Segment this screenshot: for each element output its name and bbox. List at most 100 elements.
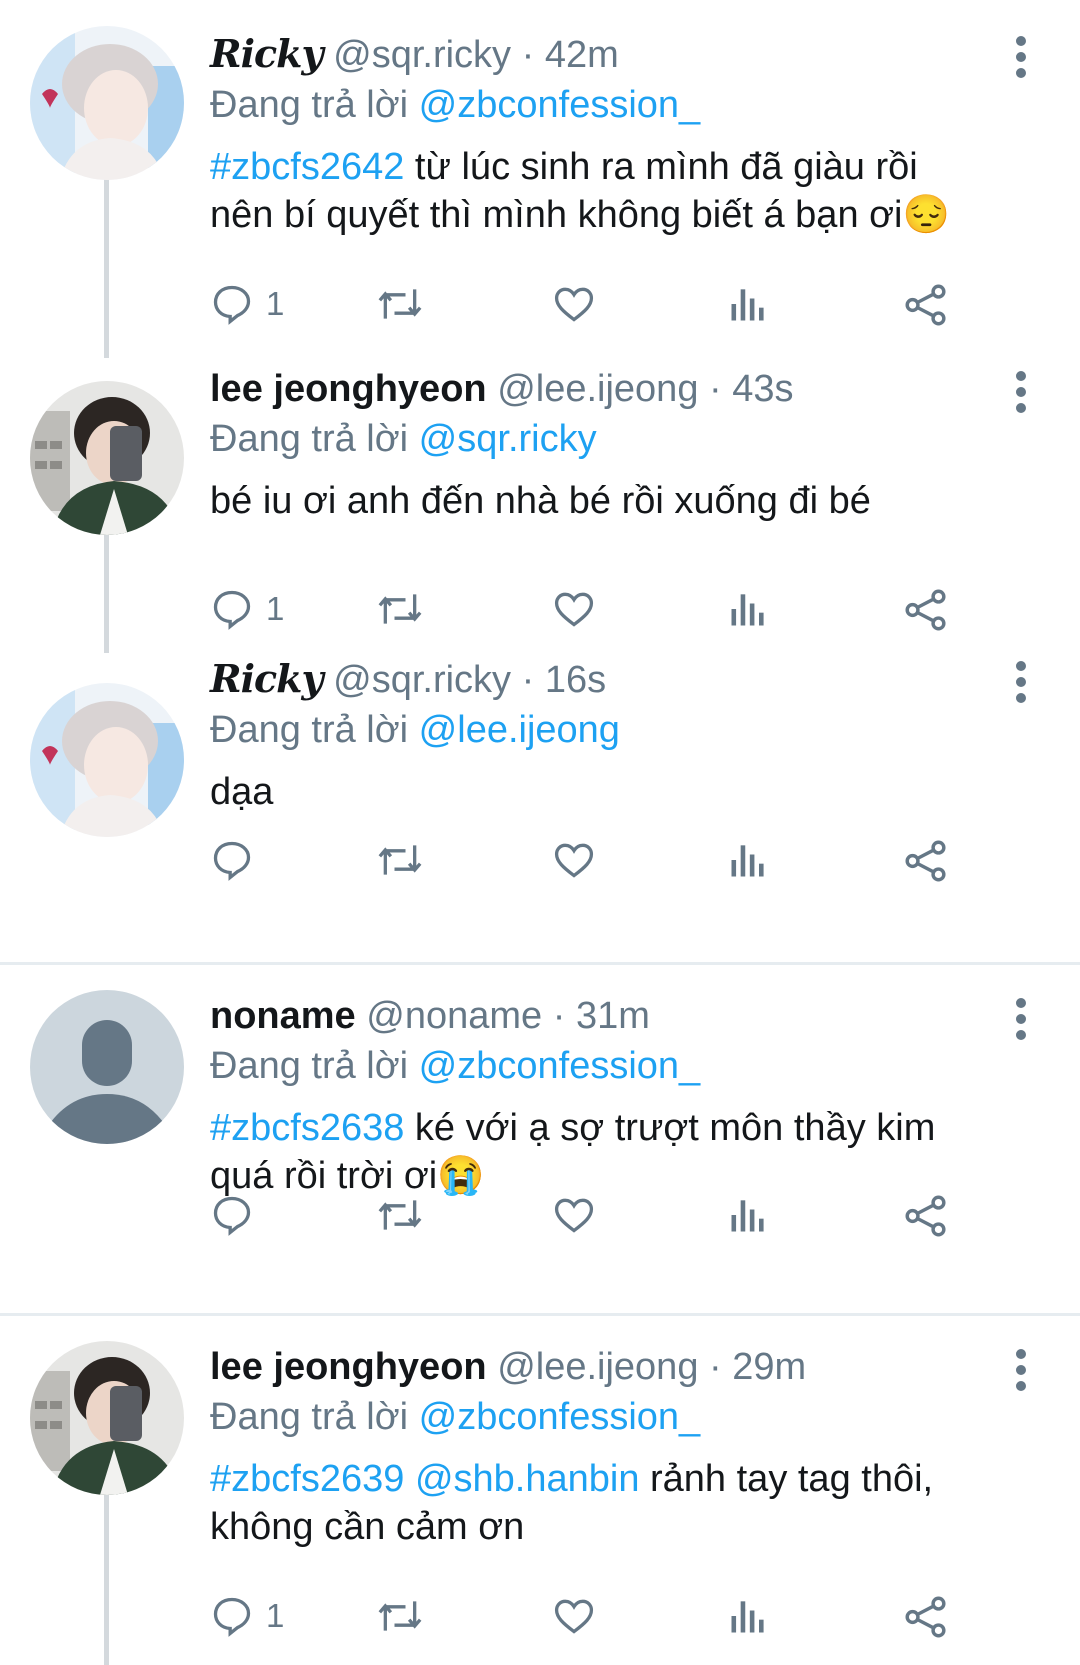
action-bar: 1 (210, 587, 1010, 637)
share-button[interactable] (903, 838, 949, 884)
display-name[interactable]: lee jeonghyeon (210, 368, 487, 410)
hashtag[interactable]: #zbcfs2642 (210, 146, 404, 188)
like-button[interactable] (552, 587, 596, 631)
avatar[interactable] (30, 381, 184, 535)
handle[interactable]: @noname (366, 995, 542, 1037)
reply-count: 1 (266, 285, 285, 322)
divider (0, 1313, 1080, 1316)
tweet[interactable]: lee jeonghyeon @lee.ijeong · 29m Đang tr… (0, 1317, 1080, 1665)
tweet-header: Ricky @sqr.ricky · 42m (210, 30, 1020, 79)
analytics-icon (731, 1200, 764, 1232)
retweet-button[interactable] (375, 1594, 425, 1638)
like-button[interactable] (552, 838, 596, 882)
timestamp[interactable]: · 31m (553, 995, 650, 1037)
retweet-icon (378, 1200, 422, 1230)
share-icon (905, 284, 946, 326)
tweet-header: lee jeonghyeon @lee.ijeong · 43s (210, 365, 1020, 413)
replying-to: Đang trả lời @zbconfession_ (210, 1393, 1020, 1441)
divider (0, 962, 1080, 965)
hashtag[interactable]: #zbcfs2639 (210, 1458, 404, 1500)
like-button[interactable] (552, 1193, 596, 1237)
analytics-button[interactable] (728, 587, 768, 631)
avatar[interactable] (30, 990, 184, 1144)
share-button[interactable] (903, 1594, 949, 1640)
timestamp[interactable]: · 16s (522, 659, 606, 701)
analytics-icon (731, 289, 764, 321)
tweet[interactable]: Ricky @sqr.ricky · 42m Đang trả lời @zbc… (0, 0, 1080, 355)
handle[interactable]: @sqr.ricky (333, 34, 511, 76)
more-icon[interactable] (1016, 36, 1028, 84)
timestamp[interactable]: · 43s (709, 368, 793, 410)
reply-icon (213, 590, 251, 630)
share-button[interactable] (903, 1193, 949, 1239)
share-icon (905, 589, 946, 631)
display-name[interactable]: lee jeonghyeon (210, 1346, 487, 1388)
reply-to-mention[interactable]: @zbconfession_ (419, 1396, 701, 1438)
timestamp[interactable]: · 42m (522, 34, 619, 76)
tweet-text: #zbcfs2642 từ lúc sinh ra mình đã giàu r… (210, 143, 1020, 239)
mention[interactable]: @shb.hanbin (415, 1458, 640, 1500)
tweet-text: #zbcfs2638 ké với ạ sợ trượt môn thầy ki… (210, 1104, 1020, 1200)
replying-label: Đang trả lời (210, 1045, 409, 1087)
avatar[interactable] (30, 1341, 184, 1495)
analytics-button[interactable] (728, 1594, 768, 1638)
reply-button[interactable]: 1 (210, 587, 284, 631)
reply-button[interactable] (210, 838, 266, 882)
retweet-icon (378, 289, 422, 319)
emoji: 😭 (437, 1155, 485, 1197)
like-button[interactable] (552, 282, 596, 326)
retweet-icon (378, 594, 422, 624)
display-name[interactable]: Ricky (210, 656, 324, 701)
more-icon[interactable] (1016, 1349, 1028, 1397)
more-icon[interactable] (1016, 661, 1028, 709)
like-button[interactable] (552, 1594, 596, 1638)
more-icon[interactable] (1016, 371, 1028, 419)
retweet-button[interactable] (375, 587, 425, 631)
handle[interactable]: @lee.ijeong (497, 368, 698, 410)
retweet-button[interactable] (375, 1193, 425, 1237)
more-icon[interactable] (1016, 998, 1028, 1046)
analytics-icon (731, 1601, 764, 1633)
tweet[interactable]: noname @noname · 31m Đang trả lời @zbcon… (0, 966, 1080, 1311)
like-icon (554, 1198, 594, 1233)
retweet-button[interactable] (375, 838, 425, 882)
analytics-button[interactable] (728, 1193, 768, 1237)
retweet-icon (378, 1601, 422, 1631)
avatar[interactable] (30, 26, 184, 180)
analytics-button[interactable] (728, 838, 768, 882)
emoji: 😔 (902, 194, 950, 236)
like-icon (554, 843, 594, 878)
text-line: bé iu ơi anh đến nhà bé rồi xuống đi bé (210, 480, 871, 522)
analytics-button[interactable] (728, 282, 768, 326)
tweet-header: noname @noname · 31m (210, 992, 1020, 1040)
reply-icon (213, 285, 251, 325)
timestamp[interactable]: · 29m (709, 1346, 806, 1388)
reply-icon (213, 1196, 251, 1236)
like-icon (554, 1599, 594, 1634)
reply-to-mention[interactable]: @sqr.ricky (419, 418, 597, 460)
replying-to: Đang trả lời @lee.ijeong (210, 706, 1020, 754)
reply-button[interactable]: 1 (210, 1594, 284, 1638)
avatar[interactable] (30, 683, 184, 837)
retweet-button[interactable] (375, 282, 425, 326)
display-name[interactable]: noname (210, 995, 356, 1037)
reply-to-mention[interactable]: @lee.ijeong (419, 709, 620, 751)
share-icon (905, 1596, 946, 1638)
handle[interactable]: @sqr.ricky (333, 659, 511, 701)
share-button[interactable] (903, 587, 949, 633)
tweet[interactable]: Ricky @sqr.ricky · 16s Đang trả lời @lee… (0, 655, 1080, 955)
reply-button[interactable] (210, 1193, 266, 1237)
action-bar (210, 1193, 1010, 1243)
reply-to-mention[interactable]: @zbconfession_ (419, 84, 701, 126)
reply-button[interactable]: 1 (210, 282, 284, 326)
text-line: rảnh tay tag thôi, (639, 1458, 934, 1500)
share-button[interactable] (903, 282, 949, 328)
tweet[interactable]: lee jeonghyeon @lee.ijeong · 43s Đang tr… (0, 355, 1080, 645)
display-name[interactable]: Ricky (210, 31, 324, 76)
handle[interactable]: @lee.ijeong (497, 1346, 698, 1388)
reply-to-mention[interactable]: @zbconfession_ (419, 1045, 701, 1087)
text-line: ké với ạ sợ trượt môn thầy kim (404, 1107, 936, 1149)
hashtag[interactable]: #zbcfs2638 (210, 1107, 404, 1149)
replying-to: Đang trả lời @zbconfession_ (210, 81, 1020, 129)
reply-count: 1 (266, 590, 285, 627)
